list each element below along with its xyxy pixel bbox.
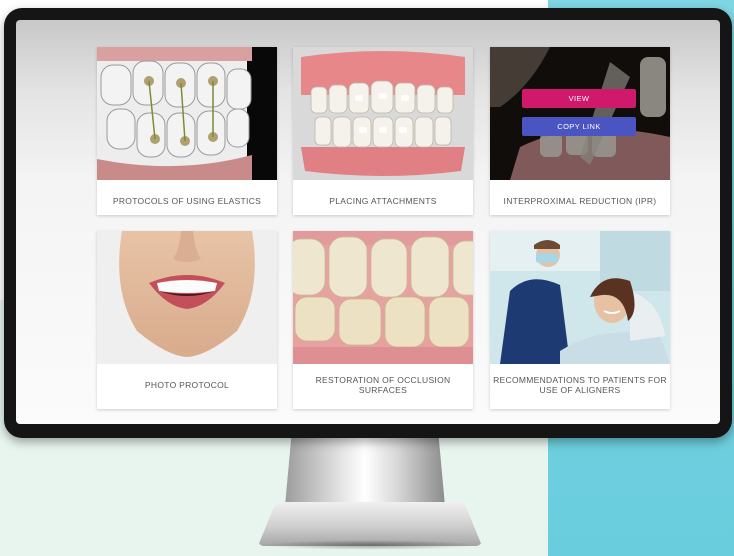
stand-shadow: [262, 540, 478, 550]
copy-link-button[interactable]: COPY LINK: [522, 117, 636, 136]
occlusion-thumbnail: [293, 231, 473, 364]
card-title: PHOTO PROTOCOL: [144, 380, 230, 390]
view-button[interactable]: VIEW: [522, 89, 636, 108]
screen: PROTOCOLS OF USING ELASTICS PLACING ATTA…: [16, 20, 720, 424]
attachments-thumbnail: [293, 47, 473, 180]
card-placing-attachments[interactable]: PLACING ATTACHMENTS: [293, 47, 473, 215]
card-recommendations-patients[interactable]: RECOMMENDATIONS TO PATIENTS FOR USE OF A…: [490, 231, 670, 409]
card-title: PROTOCOLS OF USING ELASTICS: [112, 196, 262, 206]
monitor-stand-neck: [285, 436, 445, 506]
card-occlusion-surfaces[interactable]: RESTORATION OF OCCLUSION SURFACES: [293, 231, 473, 409]
card-protocols-elastics[interactable]: PROTOCOLS OF USING ELASTICS: [97, 47, 277, 215]
photo-protocol-thumbnail: [97, 231, 277, 364]
card-title: INTERPROXIMAL REDUCTION (IPR): [503, 196, 657, 206]
card-title: PLACING ATTACHMENTS: [329, 196, 437, 206]
patients-thumbnail: [490, 231, 670, 364]
card-ipr[interactable]: VIEW COPY LINK INTERPROXIMAL REDUCTION (…: [490, 47, 670, 215]
monitor-frame: PROTOCOLS OF USING ELASTICS PLACING ATTA…: [4, 8, 732, 438]
ipr-thumbnail: VIEW COPY LINK: [490, 47, 670, 180]
elastics-thumbnail: [97, 47, 277, 180]
card-title: RECOMMENDATIONS TO PATIENTS FOR USE OF A…: [493, 375, 667, 395]
card-photo-protocol[interactable]: PHOTO PROTOCOL: [97, 231, 277, 409]
card-title: RESTORATION OF OCCLUSION SURFACES: [315, 375, 451, 395]
